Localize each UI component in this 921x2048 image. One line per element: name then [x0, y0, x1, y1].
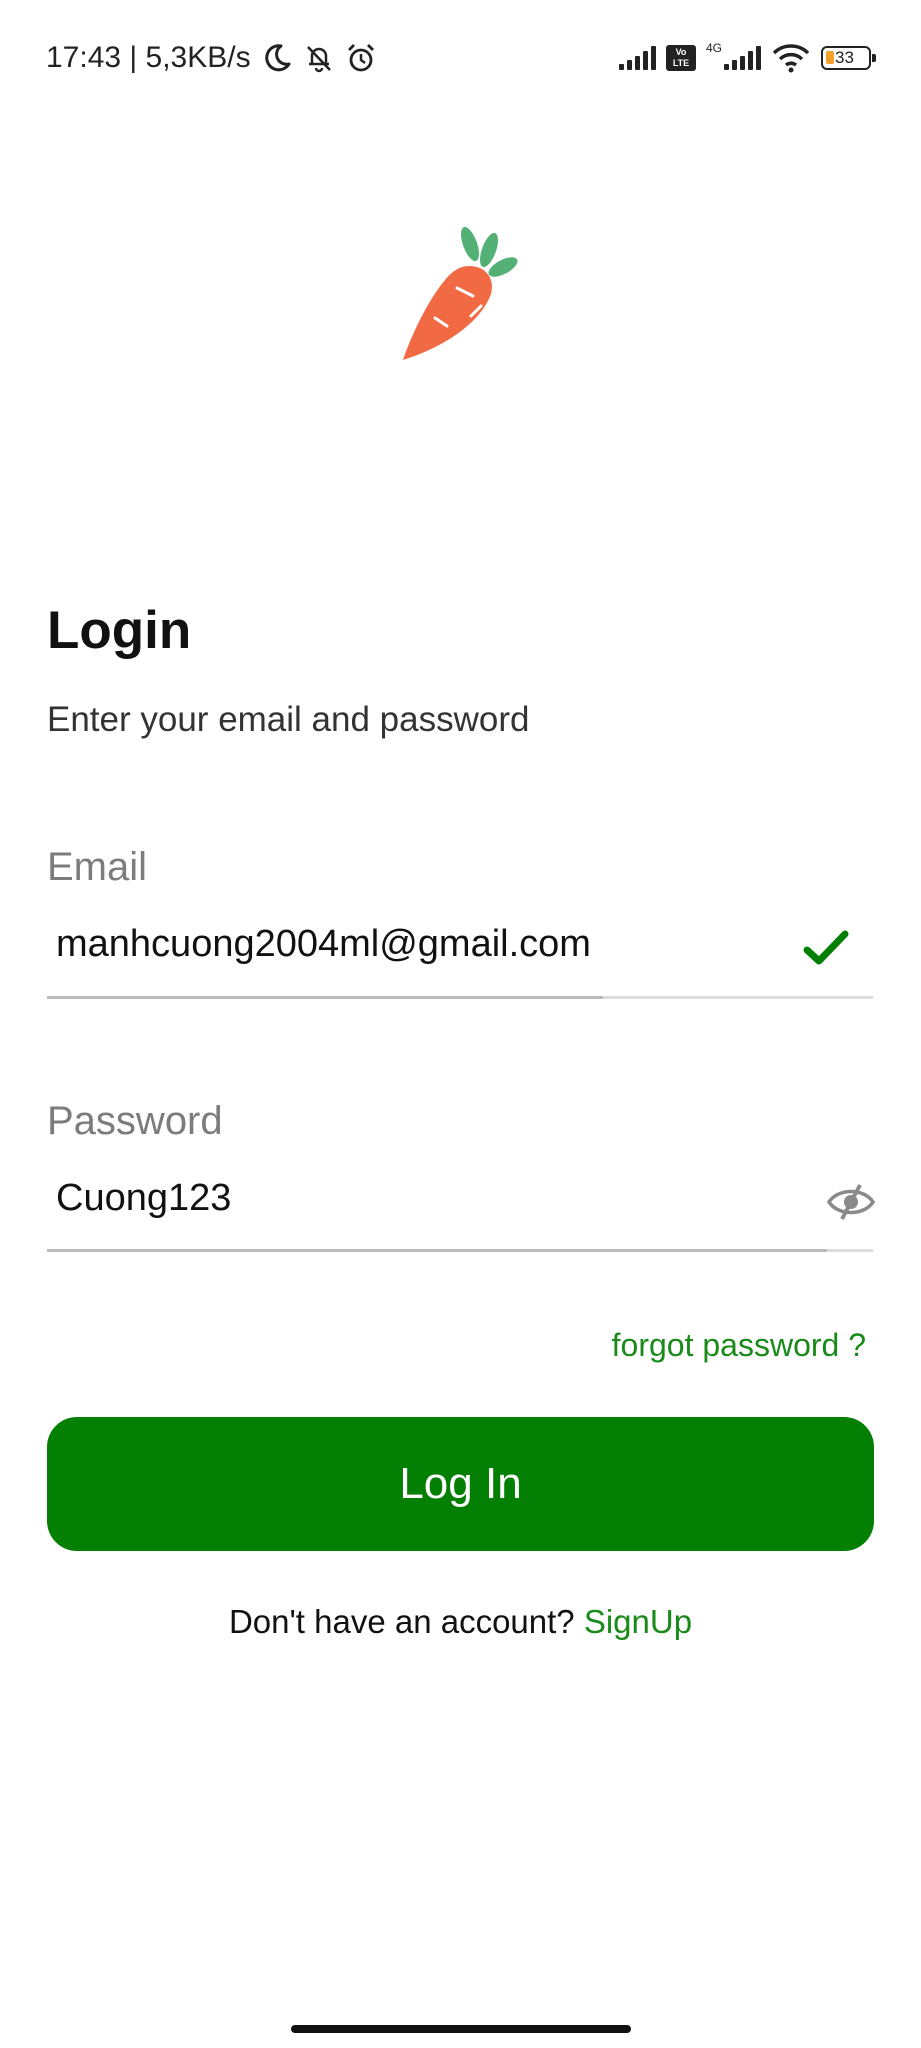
email-value[interactable]: manhcuong2004ml@gmail.com	[56, 923, 591, 966]
login-button-label: Log In	[399, 1459, 522, 1508]
signup-link[interactable]: SignUp	[584, 1603, 692, 1640]
page-subtitle: Enter your email and password	[47, 700, 530, 739]
status-time-speed: 17:43 | 5,3KB/s	[46, 41, 251, 74]
volte-icon: Vo LTE	[665, 45, 696, 71]
home-indicator[interactable]	[291, 2025, 631, 2033]
email-underline	[47, 996, 873, 999]
status-right: Vo LTE 4G 33	[618, 38, 876, 78]
alarm-icon	[347, 44, 374, 72]
password-value[interactable]: Cuong123	[56, 1177, 231, 1220]
network-type: 4G	[705, 41, 722, 55]
signup-prompt: Don't have an account?	[228, 1603, 575, 1640]
check-icon	[803, 930, 849, 965]
wifi-icon	[772, 44, 810, 73]
bell-off-icon	[306, 46, 331, 73]
login-button[interactable]: Log In	[47, 1417, 874, 1551]
carrot-logo-icon	[403, 226, 518, 360]
status-bar: 17:43 | 5,3KB/s Vo LTE 4G 33	[0, 0, 921, 110]
moon-icon	[264, 44, 291, 72]
signal-icon-2	[724, 46, 761, 70]
status-left: 17:43 | 5,3KB/s	[46, 38, 377, 78]
signal-icon	[618, 46, 656, 70]
password-label: Password	[47, 1099, 223, 1143]
page-title: Login	[47, 601, 192, 660]
password-underline	[47, 1249, 873, 1252]
email-label: Email	[47, 845, 148, 889]
eye-off-icon[interactable]	[826, 1182, 876, 1222]
battery-icon: 33	[821, 46, 876, 70]
signup-row: Don't have an account? SignUp	[0, 1603, 921, 1641]
forgot-password-link[interactable]: forgot password ?	[612, 1327, 866, 1364]
